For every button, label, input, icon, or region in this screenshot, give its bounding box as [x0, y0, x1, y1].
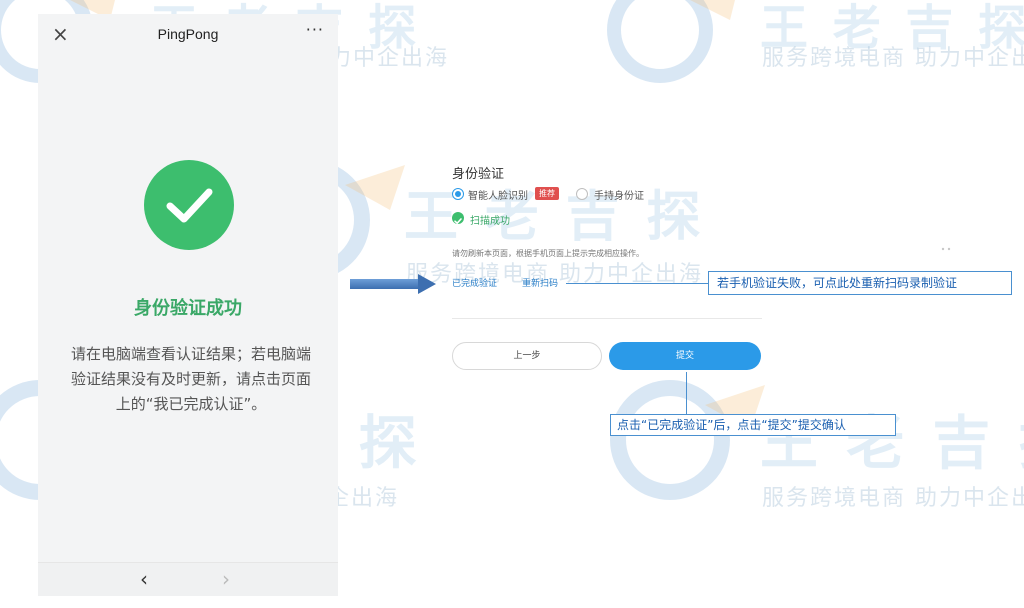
more-icon[interactable]: ···: [306, 20, 324, 39]
rescan-link[interactable]: 重新扫码: [522, 276, 558, 289]
annotation-submit: 点击“已完成验证”后，点击“提交”提交确认: [610, 414, 896, 436]
annotation-connector: [686, 372, 687, 414]
mobile-bottom-nav: ‹ ›: [38, 562, 338, 596]
radio-face-recognition[interactable]: [452, 188, 464, 200]
watermark-slogan: 服务跨境电商 助力中企出海: [762, 46, 1024, 71]
scan-status-label: 扫描成功: [470, 216, 510, 227]
option-face-label[interactable]: 智能人脸识别: [468, 187, 528, 202]
decorative-dots: [941, 247, 951, 251]
success-title: 身份验证成功: [134, 298, 242, 319]
watermark-brand: 王 老 吉 探: [760, 409, 1024, 477]
success-desc-line: 请在电脑端查看认证结果；若电脑端: [70, 345, 311, 363]
watermark-logo-icon: [607, 0, 735, 83]
option-id-label[interactable]: 手持身份证: [594, 187, 644, 202]
annotation-rescan: 若手机验证失败，可点此处重新扫码录制验证: [708, 271, 1012, 295]
mobile-header: × PingPong ···: [38, 14, 338, 54]
success-check-icon: [452, 212, 464, 224]
mobile-screen: × PingPong ··· 身份验证成功 请在电脑端查看认证结果；若电脑端 验…: [38, 14, 338, 596]
submit-button[interactable]: 提交: [609, 342, 761, 370]
instruction-hint: 请勿刷新本页面，根据手机页面上提示完成相应操作。: [452, 249, 644, 258]
checkmark-icon: [454, 218, 462, 224]
form-title: 身份验证: [452, 167, 505, 182]
success-check-icon: [144, 160, 234, 250]
success-desc-line: 上的“我已完成认证”。: [115, 395, 267, 413]
checkmark-icon: [166, 188, 213, 223]
divider: [452, 318, 762, 319]
watermark-brand: 王 老 吉 探: [760, 0, 1024, 56]
forward-arrow-icon[interactable]: ›: [222, 567, 230, 591]
success-description: 请在电脑端查看认证结果；若电脑端 验证结果没有及时更新，请点击页面 上的“我已完…: [60, 342, 322, 417]
right-arrow-icon: [350, 274, 436, 294]
radio-handheld-id[interactable]: [576, 188, 588, 200]
watermark-logo-icon: [610, 380, 765, 500]
previous-step-button[interactable]: 上一步: [452, 342, 602, 370]
mobile-title: PingPong: [157, 26, 219, 42]
verification-options: 智能人脸识别 推荐 手持身份证: [452, 186, 752, 202]
watermark-slogan: 服务跨境电商 助力中企出海: [762, 486, 1024, 511]
success-desc-line: 验证结果没有及时更新，请点击页面: [70, 370, 311, 388]
completed-verification-link[interactable]: 已完成验证: [452, 276, 497, 289]
watermark-brand: 王 老 吉 探: [404, 185, 705, 248]
recommend-badge: 推荐: [535, 187, 559, 200]
back-arrow-icon[interactable]: ‹: [140, 567, 148, 591]
annotation-connector: [566, 283, 708, 284]
